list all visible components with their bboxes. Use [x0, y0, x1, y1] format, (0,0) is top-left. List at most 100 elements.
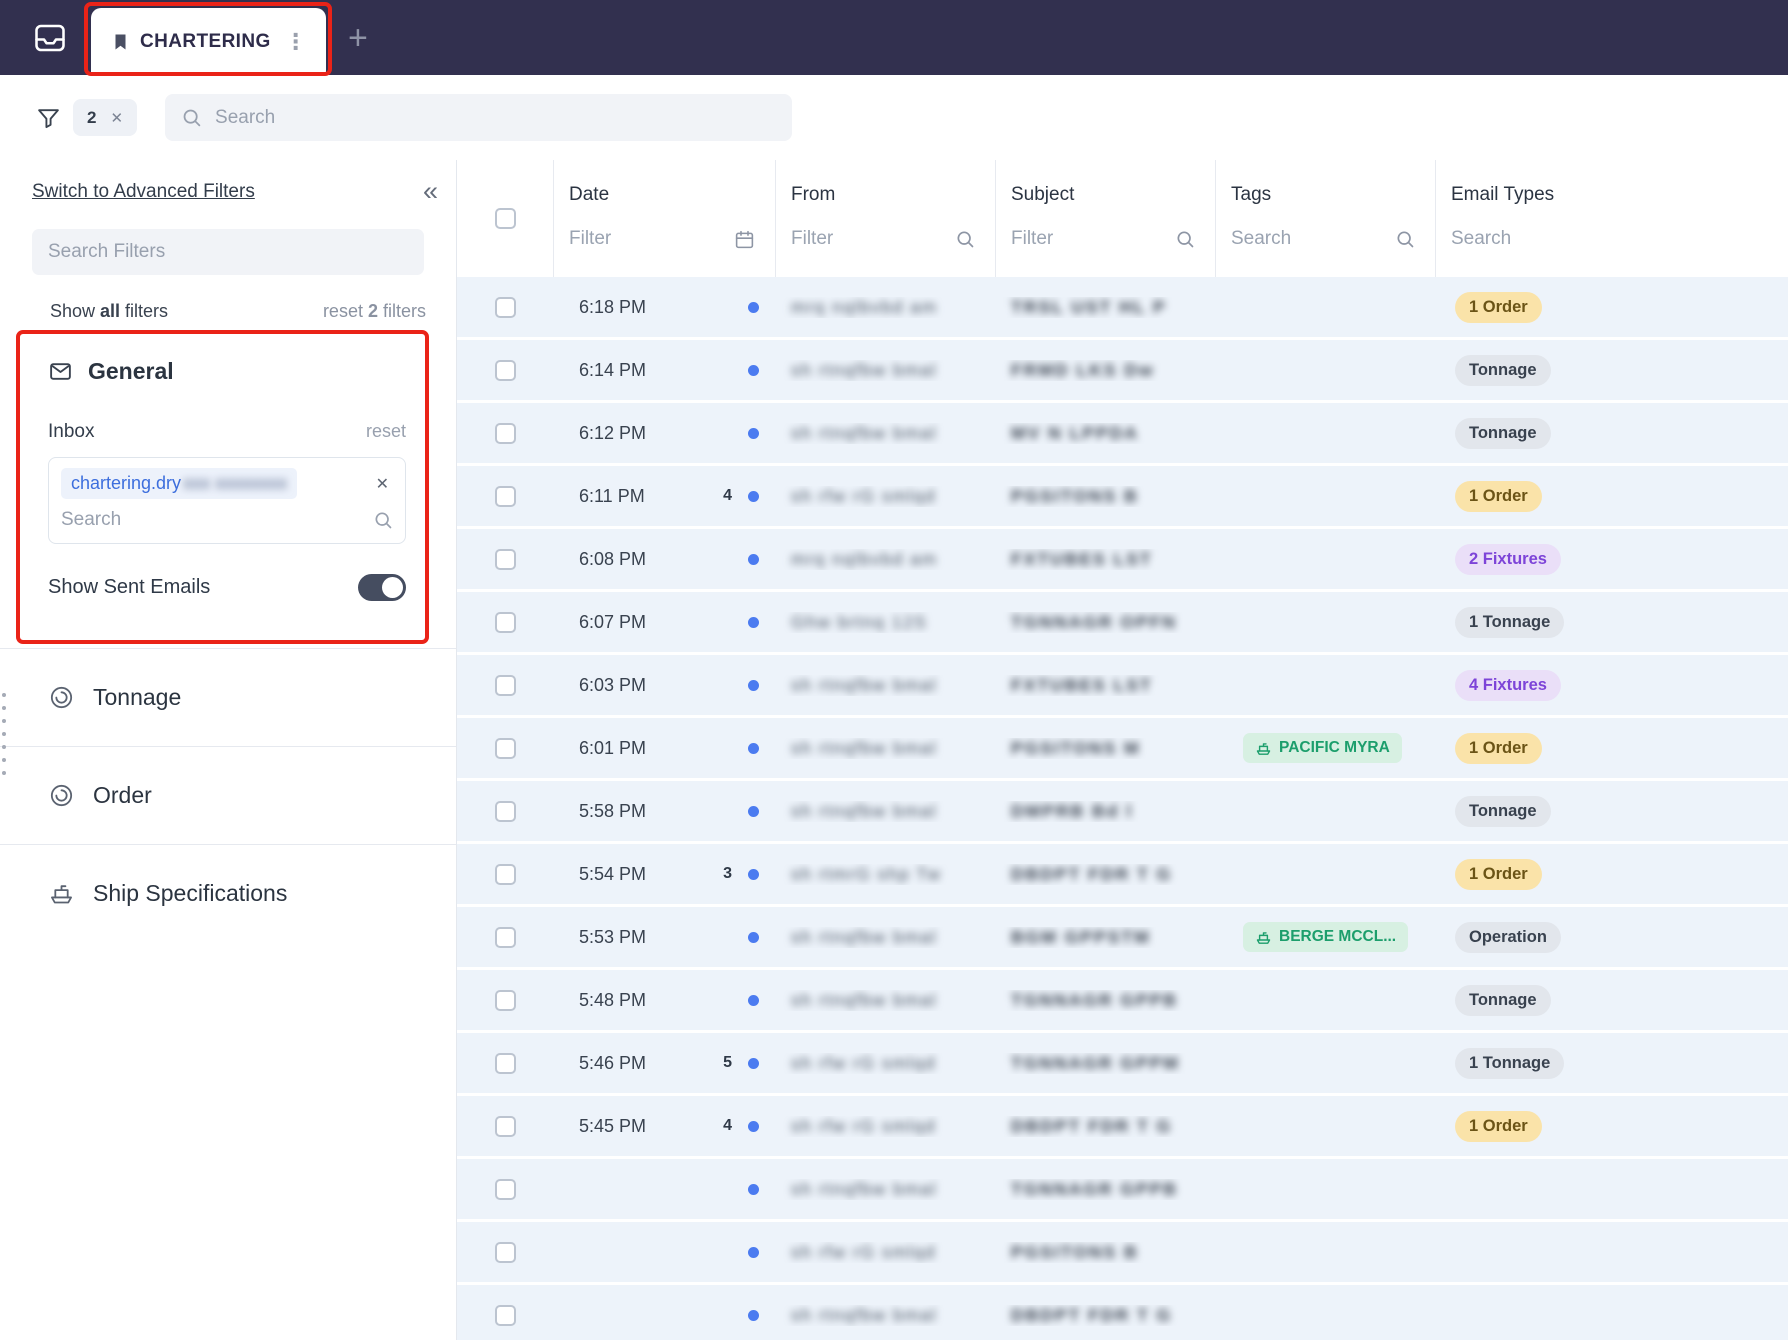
tab-chartering[interactable]: CHARTERING ⋮	[91, 8, 326, 75]
show-all-filters-button[interactable]: Show all filters	[50, 301, 168, 322]
email-row[interactable]: 6:12 PM sh rtnqfbw bmal MV N LPPDA Tonna…	[457, 403, 1788, 463]
row-checkbox[interactable]	[494, 1241, 516, 1263]
email-type-badge[interactable]: Tonnage	[1455, 795, 1551, 827]
column-email-types-filter[interactable]: Search	[1451, 228, 1768, 250]
email-row[interactable]: 6:08 PM mrq nqlbvbd am FXTUBES LST 2 Fix…	[457, 529, 1788, 589]
email-row[interactable]: 6:14 PM sh rtnqfbw bmal FRMD LKS Dw Tonn…	[457, 340, 1788, 400]
clear-filters-icon[interactable]: ✕	[110, 109, 123, 127]
inbox-chip[interactable]: chartering.dry xxx xxxxxxxx	[61, 468, 298, 499]
email-type-badge[interactable]: 1 Order	[1455, 858, 1542, 890]
unread-dot	[748, 553, 759, 565]
global-search-input[interactable]	[215, 106, 777, 129]
row-checkbox[interactable]	[494, 863, 516, 885]
add-tab-button[interactable]: +	[348, 21, 368, 55]
advanced-filters-link[interactable]: Switch to Advanced Filters	[32, 181, 255, 203]
email-row[interactable]: 5:48 PM sh rtnqfbw bmal TGNNAGR GPPB Ton…	[457, 970, 1788, 1030]
email-type-badge[interactable]: Tonnage	[1455, 417, 1551, 449]
email-row[interactable]: 5:46 PM 5 sh rfw rG smlqd TGNNAGR GPPM 1…	[457, 1033, 1788, 1093]
email-row[interactable]: 6:11 PM 4 sh rfw rG smlqd PGSITONS B 1 O…	[457, 466, 1788, 526]
filter-count-badge: 2	[87, 107, 97, 127]
email-row[interactable]: 6:07 PM Ghw brtnq 12S TGNNAGR OPFN 1 Ton…	[457, 592, 1788, 652]
email-row[interactable]: 6:01 PM sh rtnqfbw bmal PGSITONS M PACIF…	[457, 718, 1788, 778]
column-date-filter[interactable]: Filter	[569, 228, 755, 250]
column-subject-filter[interactable]: Filter	[1011, 228, 1195, 250]
column-from-label[interactable]: From	[791, 184, 995, 206]
email-type-badge[interactable]: 4 Fixtures	[1455, 669, 1561, 701]
search-icon[interactable]	[955, 229, 975, 249]
row-subject-redacted: TGNNAGR GPPB	[1011, 989, 1178, 1010]
row-checkbox[interactable]	[494, 359, 516, 381]
search-icon[interactable]	[1395, 229, 1415, 249]
calendar-icon[interactable]	[734, 229, 755, 250]
email-type-badge[interactable]: Tonnage	[1455, 354, 1551, 386]
email-row[interactable]: sh rtnqfbw bmal DBDPT FDR T G	[457, 1285, 1788, 1340]
column-subject-label[interactable]: Subject	[1011, 184, 1215, 206]
search-filters-box[interactable]	[32, 229, 424, 275]
search-icon	[373, 510, 393, 530]
email-type-badge[interactable]: Operation	[1455, 921, 1561, 953]
email-type-badge[interactable]: 1 Order	[1455, 1110, 1542, 1142]
sidebar-section-order[interactable]: Order	[0, 746, 456, 844]
sidebar-section-tonnage[interactable]: Tonnage	[0, 648, 456, 746]
row-checkbox[interactable]	[494, 1178, 516, 1200]
inbox-tray-icon[interactable]	[32, 20, 68, 56]
email-row[interactable]: 5:58 PM sh rtnqfbw bmal DMPRB Bd l Tonna…	[457, 781, 1788, 841]
email-row[interactable]: 5:54 PM 3 sh rtmrG shp Tw DBDPT FDR T G …	[457, 844, 1788, 904]
row-checkbox[interactable]	[494, 737, 516, 759]
funnel-icon[interactable]	[36, 105, 61, 130]
row-subject-redacted: MV N LPPDA	[1011, 422, 1139, 443]
row-checkbox[interactable]	[494, 422, 516, 444]
search-icon[interactable]	[1175, 229, 1195, 249]
inbox-reset-button[interactable]: reset	[366, 421, 406, 442]
email-type-badge[interactable]: 1 Order	[1455, 732, 1542, 764]
tab-label: CHARTERING	[140, 30, 271, 52]
email-type-badge[interactable]: Tonnage	[1455, 984, 1551, 1016]
row-checkbox[interactable]	[494, 674, 516, 696]
column-tags-label[interactable]: Tags	[1231, 184, 1435, 206]
sidebar-resize-handle[interactable]	[2, 693, 6, 775]
email-list: 6:18 PM mrq nqlbvbd am TRSL UST HL P 1 O…	[457, 277, 1788, 1340]
select-all-checkbox[interactable]	[494, 208, 516, 229]
email-row[interactable]: 6:18 PM mrq nqlbvbd am TRSL UST HL P 1 O…	[457, 277, 1788, 337]
row-checkbox[interactable]	[494, 1115, 516, 1137]
inbox-search-input[interactable]	[61, 509, 321, 531]
email-row[interactable]: sh rfw rG smlqd PGSITONS B	[457, 1222, 1788, 1282]
reset-filters-button[interactable]: reset 2 filters	[323, 301, 426, 322]
row-checkbox[interactable]	[494, 611, 516, 633]
column-from-filter[interactable]: Filter	[791, 228, 975, 250]
filter-count-pill[interactable]: 2 ✕	[73, 99, 138, 136]
collapse-sidebar-icon[interactable]: «	[423, 178, 438, 205]
vessel-tag[interactable]: BERGE MCCL...	[1243, 922, 1409, 952]
toggle-knob	[382, 577, 403, 598]
row-checkbox[interactable]	[494, 1052, 516, 1074]
search-filters-input[interactable]	[48, 241, 408, 263]
remove-inbox-chip-icon[interactable]: ✕	[372, 472, 393, 496]
email-row[interactable]: 5:53 PM sh rtnqfbw bmal BGM GPPSTM BERGE…	[457, 907, 1788, 967]
email-type-badge[interactable]: 1 Tonnage	[1455, 1047, 1565, 1079]
column-tags-filter[interactable]: Search	[1231, 228, 1415, 250]
email-row[interactable]: sh rtnqfbw bmal TGNNAGR GPPB	[457, 1159, 1788, 1219]
email-type-badge[interactable]: 1 Order	[1455, 291, 1542, 323]
vessel-tag[interactable]: PACIFIC MYRA	[1243, 733, 1402, 763]
sidebar-section-ship-specifications[interactable]: Ship Specifications	[0, 844, 456, 942]
column-date-label[interactable]: Date	[569, 184, 775, 206]
email-type-badge[interactable]: 2 Fixtures	[1455, 543, 1561, 575]
row-checkbox[interactable]	[494, 1304, 516, 1326]
unread-dot	[748, 805, 759, 817]
row-checkbox[interactable]	[494, 926, 516, 948]
row-checkbox[interactable]	[494, 485, 516, 507]
active-filters-control[interactable]: 2 ✕	[36, 99, 138, 136]
email-type-badge[interactable]: 1 Order	[1455, 480, 1542, 512]
email-row[interactable]: 5:45 PM 4 sh rfw rG smlqd DBDPT FDR T G …	[457, 1096, 1788, 1156]
column-email-types-label[interactable]: Email Types	[1451, 184, 1788, 206]
show-sent-emails-toggle[interactable]	[358, 574, 406, 601]
global-search[interactable]	[165, 94, 793, 141]
row-checkbox[interactable]	[494, 800, 516, 822]
tab-menu-kebab-icon[interactable]: ⋮	[283, 29, 309, 55]
row-checkbox[interactable]	[494, 989, 516, 1011]
row-checkbox[interactable]	[494, 548, 516, 570]
row-checkbox[interactable]	[494, 296, 516, 318]
email-row[interactable]: 6:03 PM sh rtnqfbw bmal FXTUBES LST 4 Fi…	[457, 655, 1788, 715]
email-type-badge[interactable]: 1 Tonnage	[1455, 606, 1565, 638]
row-subject-redacted: FRMD LKS Dw	[1011, 359, 1155, 380]
